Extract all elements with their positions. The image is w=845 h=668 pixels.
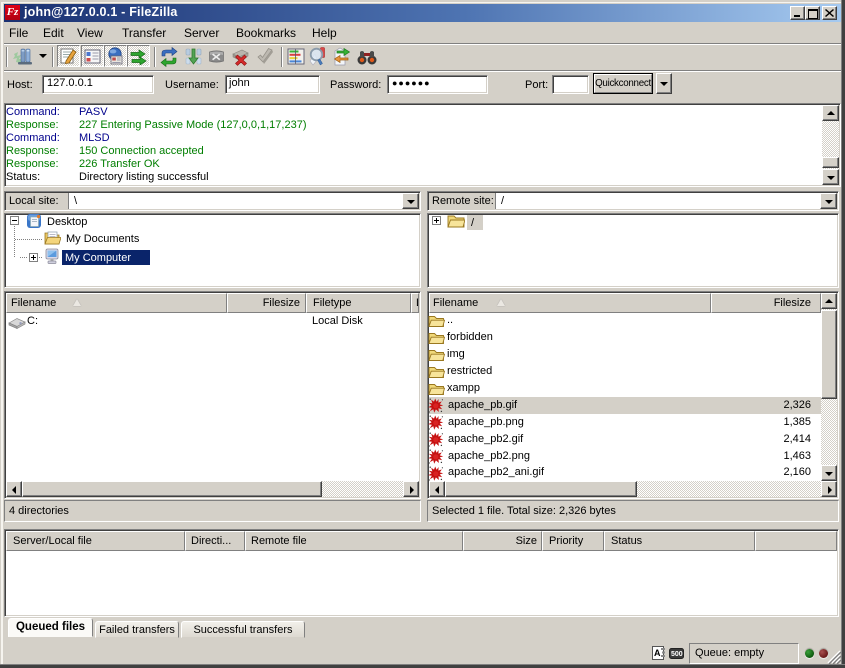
svg-text:500: 500	[671, 651, 683, 658]
svg-text:A: A	[654, 648, 661, 658]
